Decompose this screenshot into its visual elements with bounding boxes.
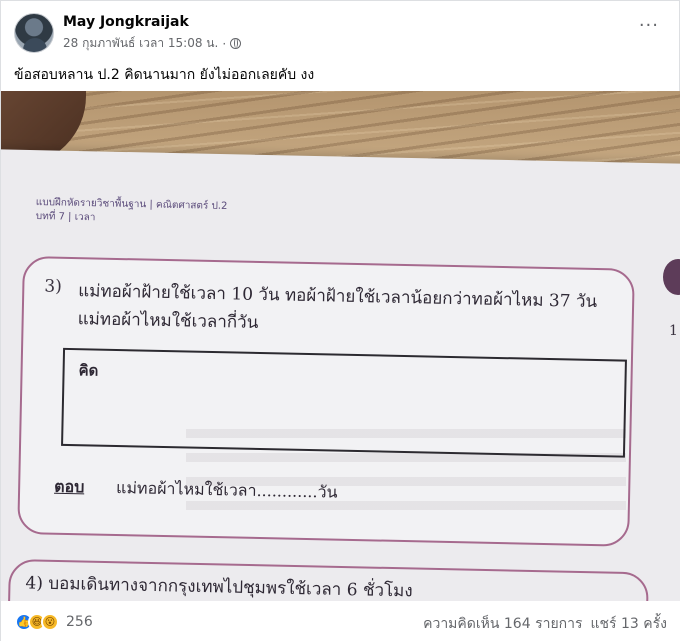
facebook-post: May Jongkraijak 28 กุมภาพันธ์ เวลา 15:08… <box>0 0 680 641</box>
question-number: 3) <box>44 276 63 297</box>
question-box: 3) แม่ทอผ้าฝ้ายใช้เวลา 10 วัน ทอผ้าฝ้ายใ… <box>17 256 635 547</box>
avatar[interactable] <box>14 13 54 53</box>
post-photo[interactable]: 1 แบบฝึกหัดรายวิชาพื้นฐาน | คณิตศาสตร์ ป… <box>1 91 680 601</box>
answer-label: ตอบ <box>53 476 85 497</box>
reactions-summary[interactable]: 👍 😆 😮 256 <box>15 613 93 631</box>
shares-count[interactable]: แชร์ 13 ครั้ง <box>591 613 667 635</box>
meta-separator: · <box>222 36 227 51</box>
reaction-count[interactable]: 256 <box>66 614 93 630</box>
workbook-chapter: บทที่ 7 | เวลา <box>35 210 96 224</box>
more-options-icon[interactable]: ··· <box>639 17 659 35</box>
post-timestamp[interactable]: 28 กุมภาพันธ์ เวลา 15:08 น. <box>63 34 218 53</box>
page-side-char: 1 <box>669 323 678 339</box>
post-caption: ข้อสอบหลาน ป.2 คิดนานมาก ยังไม่ออกเลยคับ… <box>14 67 315 83</box>
question-line-2: แม่ทอผ้าไหมใช้เวลากี่วัน <box>77 309 259 333</box>
answer-text: แม่ทอผ้าไหมใช้เวลา............วัน <box>115 478 338 502</box>
globe-icon[interactable] <box>230 38 242 49</box>
post-meta: 28 กุมภาพันธ์ เวลา 15:08 น. · <box>63 34 242 53</box>
post-stats: ความคิดเห็น 164 รายการ แชร์ 13 ครั้ง <box>423 613 667 635</box>
wow-icon: 😮 <box>41 613 59 631</box>
think-label: คิด <box>78 361 99 380</box>
think-box: คิด <box>61 347 627 458</box>
post-author[interactable]: May Jongkraijak <box>63 14 189 30</box>
next-question-text: 4) บอมเดินทางจากกรุงเทพไปชุมพรใช้เวลา 6 … <box>25 573 413 601</box>
comments-count[interactable]: ความคิดเห็น 164 รายการ <box>423 613 582 635</box>
post-footer: 👍 😆 😮 256 ความคิดเห็น 164 รายการ แชร์ 13… <box>1 601 680 641</box>
